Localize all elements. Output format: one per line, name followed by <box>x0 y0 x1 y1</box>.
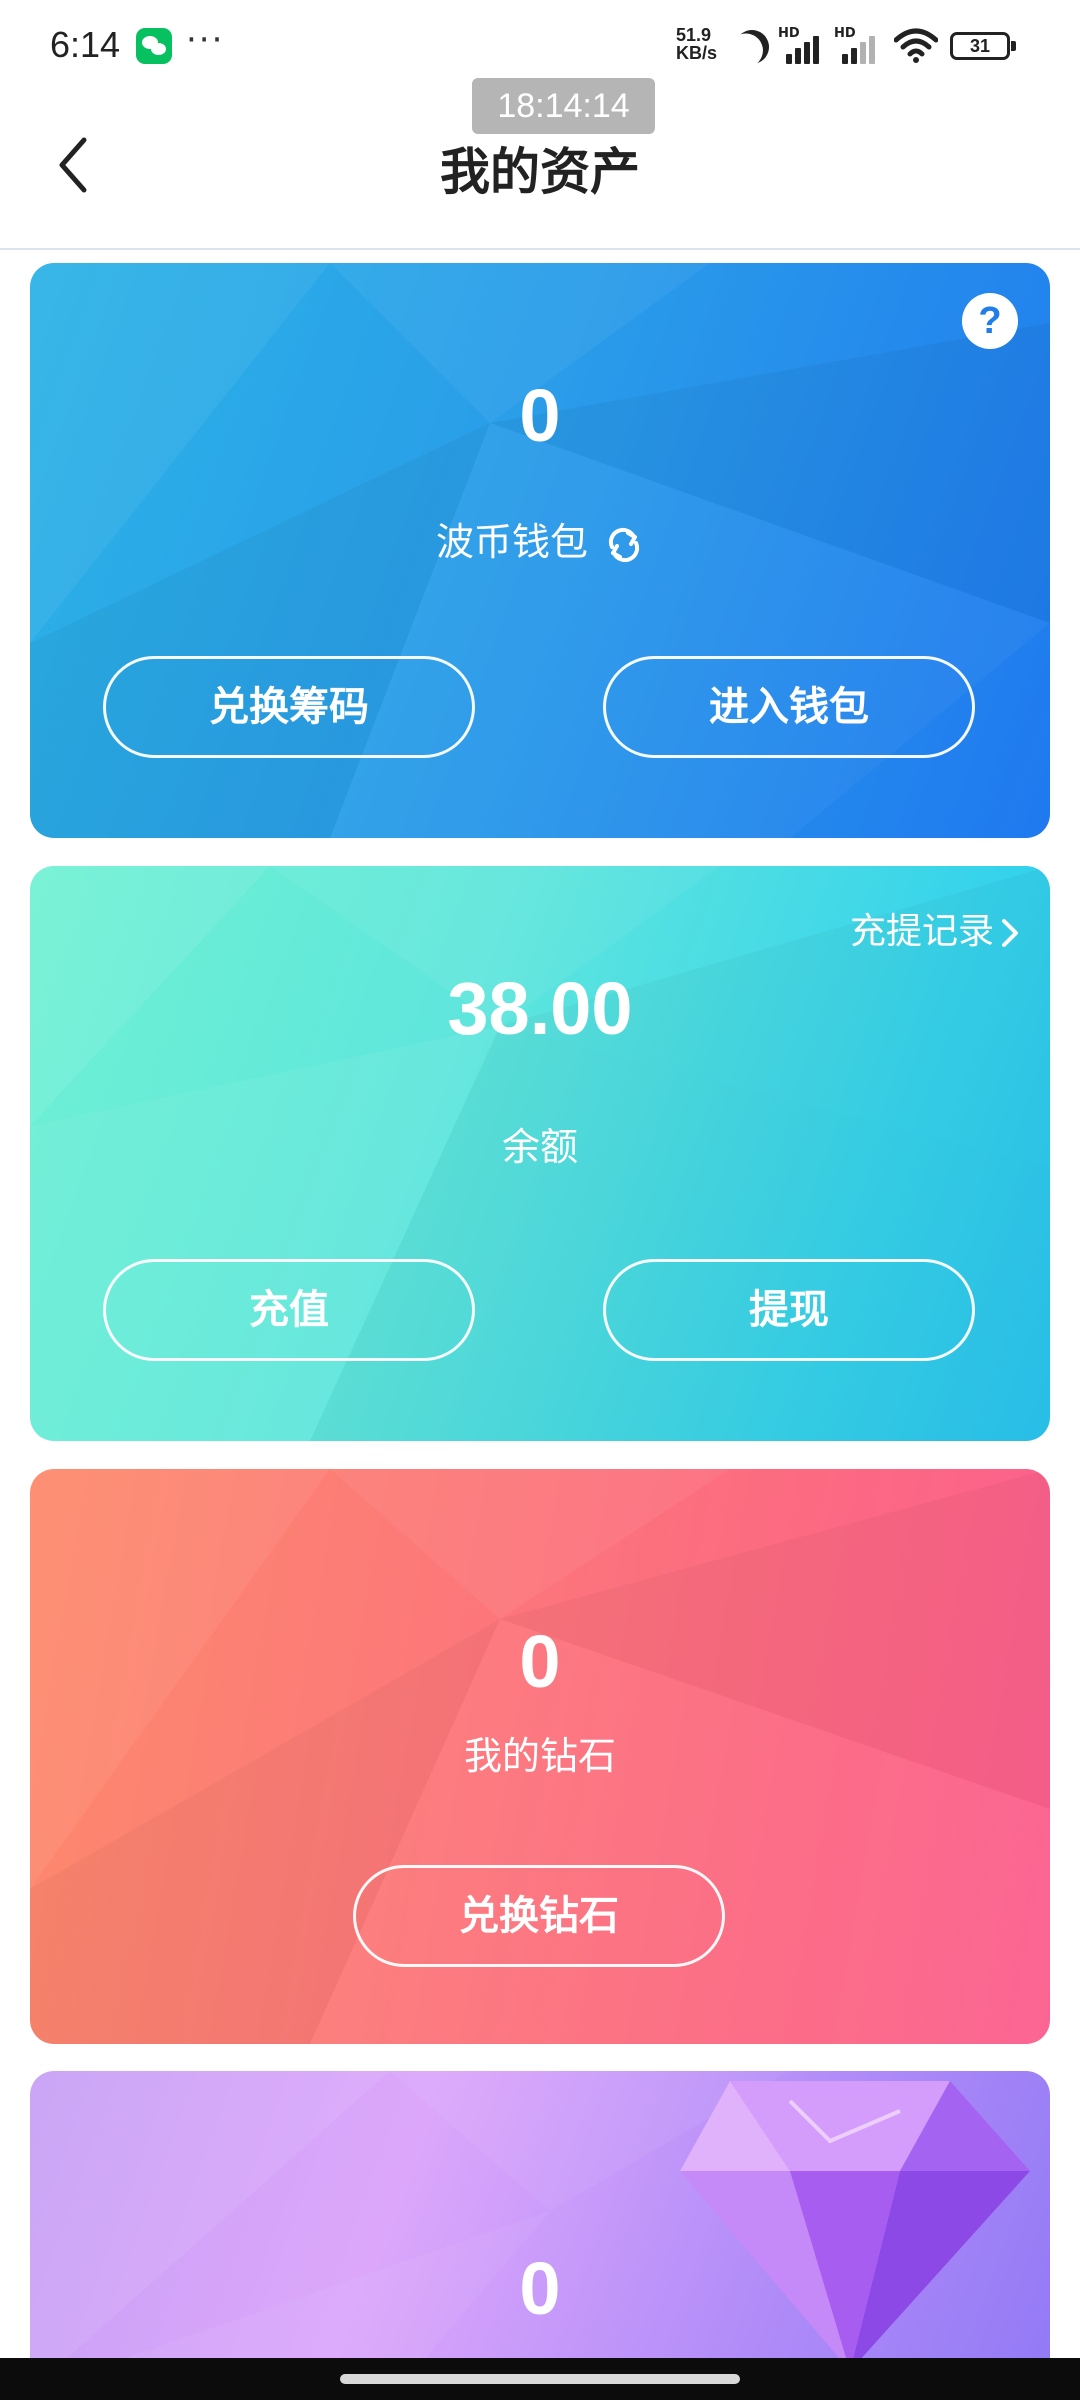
exchange-diamonds-button[interactable]: 兑换钻石 <box>353 1865 725 1967</box>
wallet-amount: 0 <box>519 374 561 457</box>
home-indicator[interactable] <box>340 2374 740 2384</box>
more-notifications-icon: ··· <box>186 20 225 60</box>
chevron-right-icon <box>1002 919 1018 947</box>
help-button[interactable]: ? <box>962 293 1018 349</box>
system-nav-bar <box>0 2358 1080 2400</box>
page-title: 我的资产 <box>440 143 640 201</box>
balance-label: 余额 <box>501 1125 578 1169</box>
fourth-amount: 0 <box>519 2247 561 2330</box>
records-link-label: 充提记录 <box>849 911 994 952</box>
withdraw-button[interactable]: 提现 <box>603 1259 975 1361</box>
diamond-amount: 0 <box>519 1620 561 1703</box>
wifi-icon <box>894 28 938 63</box>
recharge-withdraw-records-link[interactable]: 充提记录 <box>850 902 1020 954</box>
signal-sim1-icon: HD <box>778 26 828 64</box>
diamond-card: 0 我的钻石 兑换钻石 <box>30 1469 1050 2044</box>
sim1-hd-label: HD <box>778 26 800 41</box>
recharge-button[interactable]: 充值 <box>103 1259 475 1361</box>
network-speed-value: 51.9 <box>676 25 712 45</box>
status-bar: 6:14 ··· 51.9 KB/s HD HD 31 <box>0 0 1080 90</box>
network-speed-unit: KB/s <box>676 43 718 63</box>
do-not-disturb-icon <box>729 24 775 70</box>
battery-icon: 31 <box>950 32 1016 60</box>
wallet-label-row: 波币钱包 <box>30 511 1050 566</box>
wallet-card: ? 0 波币钱包 兑换筹码 进入钱包 <box>30 263 1050 838</box>
status-time: 6:14 <box>50 24 121 65</box>
sim2-hd-label: HD <box>834 26 856 41</box>
wallet-label: 波币钱包 <box>435 520 588 564</box>
exchange-chips-button[interactable]: 兑换筹码 <box>103 656 475 758</box>
enter-wallet-button[interactable]: 进入钱包 <box>603 656 975 758</box>
balance-card: 充提记录 38.00 余额 充值 提现 <box>30 866 1050 1441</box>
fourth-asset-card: 0 <box>30 2071 1050 2400</box>
diamond-label: 我的钻石 <box>463 1734 616 1778</box>
signal-sim2-icon: HD <box>834 26 884 64</box>
wechat-notification-icon <box>136 28 172 64</box>
refresh-icon[interactable] <box>604 525 644 565</box>
balance-amount: 38.00 <box>447 967 633 1050</box>
page-header: 我的资产 <box>0 100 1080 250</box>
network-speed: 51.9 KB/s <box>676 26 717 62</box>
